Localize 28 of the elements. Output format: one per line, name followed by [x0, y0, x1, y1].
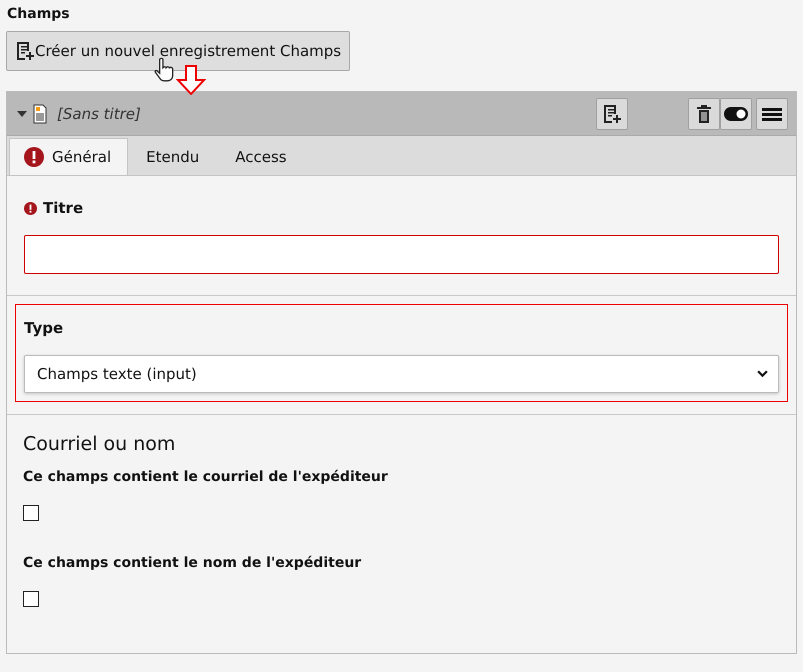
section-title: Champs [7, 6, 71, 22]
add-record-button[interactable] [596, 98, 628, 130]
toggle-button[interactable] [720, 98, 752, 130]
menu-button[interactable] [756, 98, 788, 130]
toggle-icon [724, 106, 748, 120]
tab[interactable]: Etendu [128, 138, 218, 175]
caret-icon[interactable] [17, 110, 27, 116]
field-label: Type [24, 319, 64, 337]
type-select[interactable]: Champs texte (input) [24, 355, 779, 393]
delete-button[interactable] [688, 98, 720, 130]
group-heading: Courriel ou nom [22, 432, 176, 457]
chevron-down-icon [757, 370, 768, 378]
menu-icon [762, 106, 782, 120]
checkbox[interactable] [23, 505, 39, 521]
title-input[interactable] [24, 235, 779, 274]
create-record-button[interactable]: Créer un nouvel enregistrement Champs [6, 31, 350, 71]
trash-icon [696, 104, 712, 124]
checkbox-label: Ce champs contient le courriel de l'expéditeur [23, 469, 389, 485]
new-record-icon [602, 104, 622, 124]
record-title: [Sans titre] [57, 104, 141, 122]
field-label: Titre [43, 199, 84, 217]
tab[interactable]: Général [9, 138, 128, 175]
document-icon [33, 104, 47, 124]
tab[interactable]: Access [217, 138, 305, 175]
checkbox[interactable] [23, 591, 39, 607]
new-record-icon [15, 41, 35, 61]
error-icon [24, 147, 44, 167]
checkbox-label: Ce champs contient le nom de l'expéditeur [23, 555, 362, 571]
